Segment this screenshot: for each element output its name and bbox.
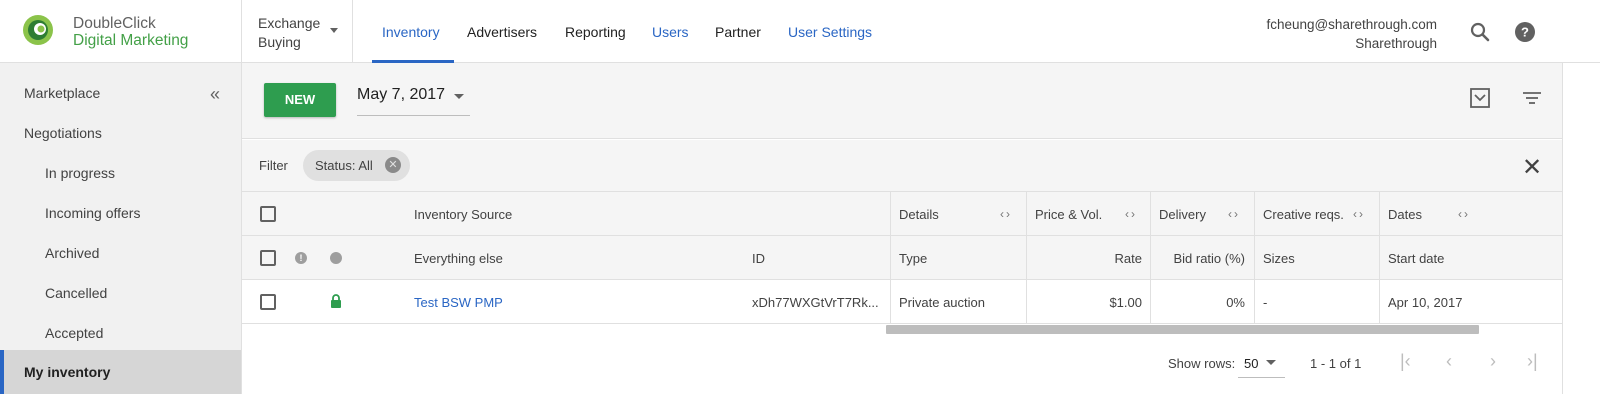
column-id[interactable]: ID [752, 251, 765, 266]
inventory-bid-ratio: 0% [1226, 295, 1245, 310]
help-icon[interactable]: ? [1514, 21, 1536, 43]
alert-icon: ! [295, 252, 307, 264]
prev-page-icon[interactable]: ‹ [1446, 351, 1452, 372]
row-checkbox[interactable] [260, 294, 276, 310]
header-inventory-source: Inventory Source [414, 207, 513, 222]
chevron-down-icon [454, 94, 464, 99]
column-sizes[interactable]: Sizes [1263, 251, 1295, 266]
lock-icon [331, 294, 341, 308]
header-price-volume: Price & Vol. [1035, 207, 1103, 222]
nav-reporting[interactable]: Reporting [565, 24, 626, 40]
sidebar-item-marketplace[interactable]: Marketplace [24, 85, 100, 101]
sidebar-item-accepted[interactable]: Accepted [45, 325, 103, 341]
nav-advertisers[interactable]: Advertisers [467, 24, 537, 40]
column-everything-else[interactable]: Everything else [414, 251, 503, 266]
show-rows-label: Show rows: [1168, 356, 1236, 371]
chevron-down-icon[interactable] [330, 28, 338, 33]
column-type[interactable]: Type [899, 251, 927, 266]
table-group-header: Inventory Source Details ‹› Price & Vol.… [242, 192, 1562, 236]
inventory-start-date: Apr 10, 2017 [1388, 295, 1463, 310]
nav-user-settings[interactable]: User Settings [788, 24, 872, 40]
expand-dates-icon[interactable]: ‹› [1458, 207, 1470, 221]
exchange-line-1: Exchange [258, 15, 321, 31]
brand-name[interactable]: DoubleClick Digital Marketing [73, 15, 188, 49]
column-rate[interactable]: Rate [1062, 251, 1142, 266]
column-divider [1254, 192, 1255, 324]
column-divider [1379, 192, 1380, 324]
filter-label: Filter [259, 158, 288, 173]
first-page-icon[interactable]: |‹ [1400, 351, 1411, 372]
rows-value: 50 [1244, 356, 1259, 371]
expand-price-icon[interactable]: ‹› [1125, 207, 1137, 221]
sidebar-item-archived[interactable]: Archived [45, 245, 99, 261]
column-bid-ratio[interactable]: Bid ratio (%) [1145, 251, 1245, 266]
nav-inventory[interactable]: Inventory [382, 24, 440, 40]
horizontal-scrollbar[interactable] [886, 325, 1479, 334]
column-divider [1150, 192, 1151, 324]
toolbar: NEW May 7, 2017 [242, 63, 1562, 139]
table-column-header: ! Everything else ID Type Rate Bid ratio… [242, 236, 1562, 280]
column-start-date[interactable]: Start date [1388, 251, 1444, 266]
status-dot-icon [330, 252, 342, 264]
brand-line-2: Digital Marketing [73, 32, 189, 49]
header-dates: Dates [1388, 207, 1422, 222]
sidebar-item-in-progress[interactable]: In progress [45, 165, 115, 181]
inventory-sizes: - [1263, 295, 1268, 310]
top-header: DoubleClick Digital Marketing Exchange B… [0, 0, 1600, 63]
sidebar-item-my-inventory[interactable]: My inventory [0, 350, 241, 394]
pagination-footer: Show rows: 50 1 - 1 of 1 |‹ ‹ › ›| [242, 341, 1562, 394]
close-icon[interactable]: ✕ [1522, 153, 1542, 182]
nav-users[interactable]: Users [652, 24, 689, 40]
brand-line-1: DoubleClick [73, 15, 156, 32]
table-row[interactable]: Test BSW PMP xDh77WXGtVrT7Rk... Private … [242, 280, 1562, 324]
expand-creative-icon[interactable]: ‹› [1353, 207, 1365, 221]
rows-per-page-select[interactable]: 50 [1238, 352, 1285, 378]
remove-chip-icon[interactable]: ✕ [385, 157, 401, 173]
svg-text:?: ? [1521, 25, 1529, 40]
sidebar: Marketplace « Negotiations In progress I… [0, 63, 242, 394]
account-org: Sharethrough [1355, 36, 1437, 51]
last-page-icon[interactable]: ›| [1527, 351, 1538, 372]
doubleclick-logo-icon [23, 15, 53, 45]
sidebar-item-label: My inventory [24, 364, 111, 380]
header-creative-reqs: Creative reqs. [1263, 207, 1344, 222]
search-icon[interactable] [1469, 21, 1491, 43]
divider [352, 0, 353, 63]
collapse-sidebar-icon[interactable]: « [210, 84, 220, 105]
chevron-down-icon [1266, 360, 1276, 365]
header-delivery: Delivery [1159, 207, 1206, 222]
column-divider [1026, 192, 1027, 324]
chip-label: Status: All [315, 158, 373, 173]
exchange-line-2: Buying [258, 34, 301, 50]
expand-delivery-icon[interactable]: ‹› [1228, 207, 1240, 221]
select-all-checkbox[interactable] [260, 206, 276, 222]
status-filter-chip[interactable]: Status: All ✕ [303, 150, 410, 181]
column-checkbox[interactable] [260, 250, 276, 266]
inventory-type: Private auction [899, 295, 985, 310]
filter-bar: Filter Status: All ✕ ✕ [242, 140, 1562, 192]
sidebar-item-incoming-offers[interactable]: Incoming offers [45, 205, 140, 221]
right-rail [1562, 63, 1600, 394]
inventory-rate: $1.00 [1109, 295, 1142, 310]
header-details: Details [899, 207, 939, 222]
filter-list-icon[interactable] [1521, 87, 1543, 109]
account-info[interactable]: fcheung@sharethrough.com Sharethrough [1266, 15, 1437, 53]
date-value: May 7, 2017 [357, 86, 446, 103]
date-selector[interactable]: May 7, 2017 [357, 86, 470, 116]
main-content: NEW May 7, 2017 Filter Status: All ✕ ✕ I… [242, 63, 1562, 394]
column-divider [890, 192, 891, 324]
inventory-id: xDh77WXGtVrT7Rk... [752, 295, 879, 310]
download-icon[interactable] [1469, 87, 1491, 109]
expand-details-icon[interactable]: ‹› [1000, 207, 1012, 221]
sidebar-item-negotiations[interactable]: Negotiations [24, 125, 102, 141]
inventory-name-link[interactable]: Test BSW PMP [414, 295, 503, 310]
new-button[interactable]: NEW [264, 83, 336, 117]
page-range: 1 - 1 of 1 [1310, 356, 1362, 371]
account-email: fcheung@sharethrough.com [1266, 17, 1437, 32]
exchange-buying-selector[interactable]: Exchange Buying [258, 14, 320, 52]
divider [241, 0, 242, 63]
sidebar-item-cancelled[interactable]: Cancelled [45, 285, 107, 301]
next-page-icon[interactable]: › [1490, 351, 1496, 372]
nav-partner[interactable]: Partner [715, 24, 761, 40]
